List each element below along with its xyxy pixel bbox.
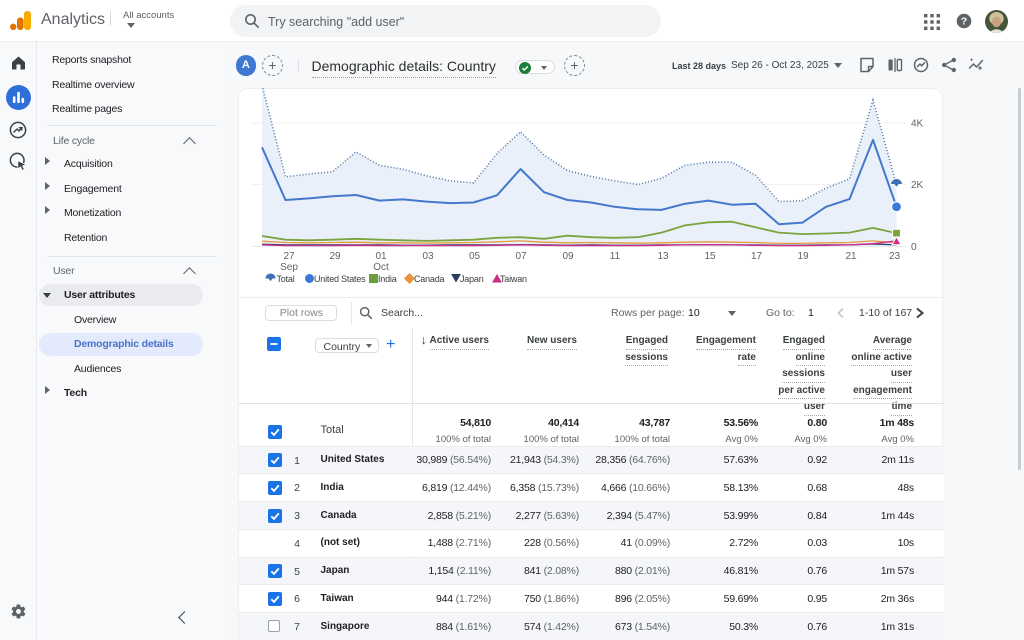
svg-text:03: 03 <box>422 251 434 262</box>
svg-text:?: ? <box>961 16 967 28</box>
svg-text:05: 05 <box>469 251 481 262</box>
svg-text:4K: 4K <box>911 119 924 130</box>
svg-text:11: 11 <box>610 251 621 262</box>
svg-text:21: 21 <box>845 251 857 262</box>
svg-text:01: 01 <box>375 251 387 262</box>
svg-text:19: 19 <box>797 251 809 262</box>
svg-text:13: 13 <box>657 251 669 262</box>
svg-text:27: 27 <box>283 251 295 262</box>
svg-text:07: 07 <box>515 251 527 262</box>
svg-text:09: 09 <box>562 251 574 262</box>
svg-text:15: 15 <box>704 251 716 262</box>
svg-text:23: 23 <box>889 251 901 262</box>
svg-text:17: 17 <box>751 251 763 262</box>
svg-text:0: 0 <box>911 242 917 253</box>
svg-text:29: 29 <box>329 251 341 262</box>
svg-text:2K: 2K <box>911 180 924 191</box>
